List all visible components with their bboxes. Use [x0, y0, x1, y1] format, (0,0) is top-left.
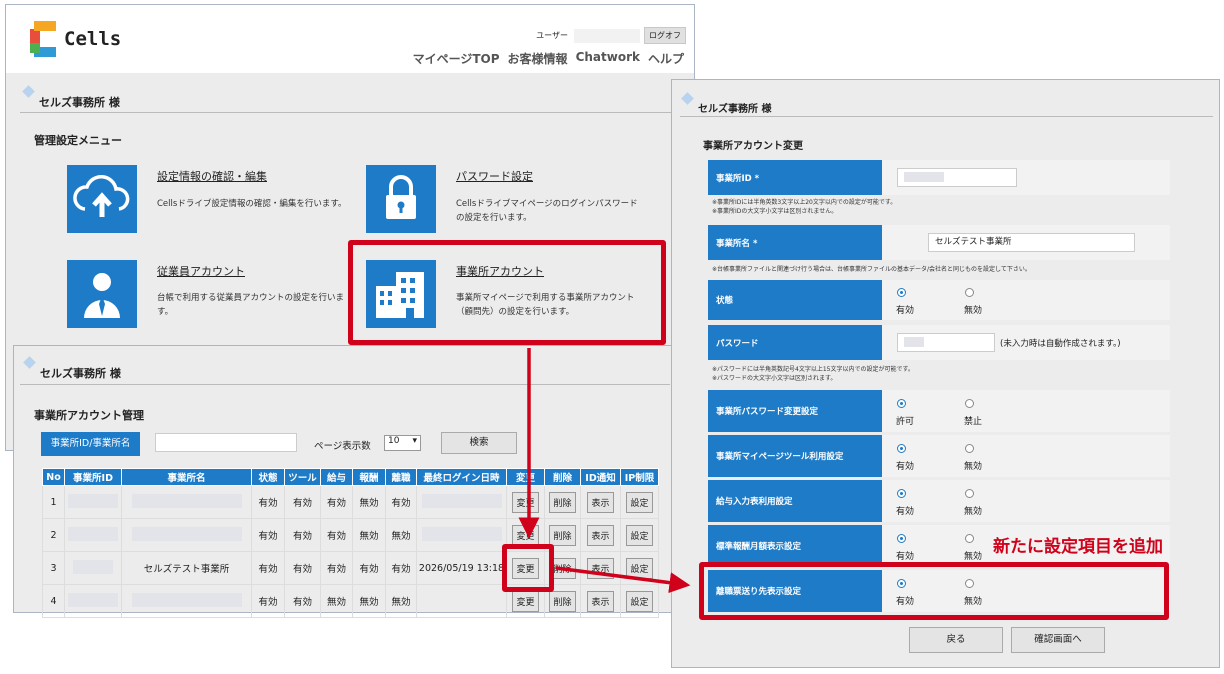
arrows-overlay	[518, 348, 691, 594]
arrow-right	[555, 566, 691, 594]
